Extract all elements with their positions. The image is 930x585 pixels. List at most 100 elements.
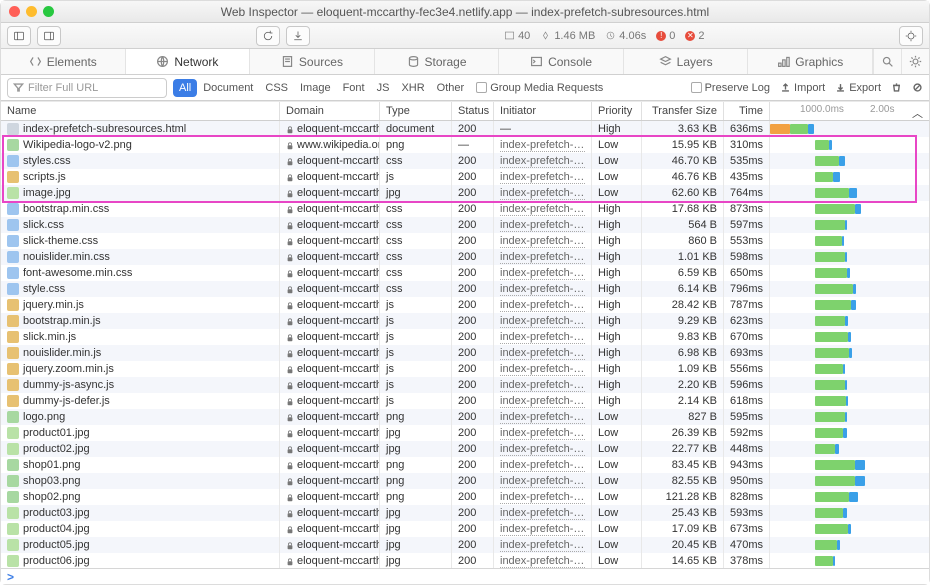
table-row[interactable]: product06.jpgeloquent-mccarthy…jpg200ind… [1, 553, 929, 569]
initiator-link[interactable]: index-prefetch-sub… [500, 187, 585, 200]
inspect-icon[interactable] [899, 26, 923, 46]
tab-layers[interactable]: Layers [624, 49, 749, 74]
tab-network[interactable]: Network [126, 49, 251, 74]
sidebar-left-icon[interactable] [7, 26, 31, 46]
initiator-link[interactable]: index-prefetch-sub… [500, 139, 585, 152]
table-row[interactable]: image.jpgeloquent-mccarthy…jpg200index-p… [1, 185, 929, 201]
tab-console[interactable]: Console [499, 49, 624, 74]
scope-image[interactable]: Image [294, 79, 337, 97]
download-icon[interactable] [286, 26, 310, 46]
scope-js[interactable]: JS [371, 79, 396, 97]
table-row[interactable]: jquery.zoom.min.jseloquent-mccarthy…js20… [1, 361, 929, 377]
scope-document[interactable]: Document [197, 79, 259, 97]
network-table[interactable]: index-prefetch-subresources.htmleloquent… [1, 121, 929, 570]
file-jpg-icon [7, 427, 19, 439]
search-icon[interactable] [873, 49, 901, 74]
initiator-link[interactable]: index-prefetch-sub… [500, 427, 585, 440]
initiator-link[interactable]: index-prefetch-sub… [500, 475, 585, 488]
table-row[interactable]: styles.csseloquent-mccarthy…css200index-… [1, 153, 929, 169]
initiator-link[interactable]: index-prefetch-sub… [500, 539, 585, 552]
initiator-link[interactable]: index-prefetch-sub… [500, 299, 585, 312]
table-row[interactable]: font-awesome.min.csseloquent-mccarthy…cs… [1, 265, 929, 281]
col-time[interactable]: Time [724, 102, 770, 120]
error-count-icon[interactable]: ✕ [685, 31, 695, 41]
initiator-link[interactable]: index-prefetch-sub… [500, 235, 585, 248]
table-row[interactable]: style.csseloquent-mccarthy…css200index-p… [1, 281, 929, 297]
gear-icon[interactable] [901, 49, 929, 74]
col-size[interactable]: Transfer Size [642, 102, 724, 120]
initiator-link[interactable]: index-prefetch-sub… [500, 171, 585, 184]
col-waterfall[interactable]: 1000.0ms 2.00s ︿ [770, 102, 929, 120]
sidebar-right-icon[interactable] [37, 26, 61, 46]
table-row[interactable]: jquery.min.jseloquent-mccarthy…js200inde… [1, 297, 929, 313]
initiator-link[interactable]: index-prefetch-sub… [500, 507, 585, 520]
scope-other[interactable]: Other [431, 79, 471, 97]
initiator-link[interactable]: index-prefetch-sub… [500, 363, 585, 376]
table-row[interactable]: shop02.pngeloquent-mccarthy…png200index-… [1, 489, 929, 505]
scope-xhr[interactable]: XHR [395, 79, 430, 97]
table-row[interactable]: dummy-js-defer.jseloquent-mccarthy…js200… [1, 393, 929, 409]
filter-input[interactable]: Filter Full URL [7, 78, 167, 98]
clear-icon[interactable] [912, 82, 923, 93]
initiator-link[interactable]: index-prefetch-sub… [500, 411, 585, 424]
initiator-link[interactable]: index-prefetch-sub… [500, 555, 585, 568]
preserve-log-checkbox[interactable]: Preserve Log [691, 82, 770, 94]
initiator-link[interactable]: index-prefetch-sub… [500, 331, 585, 344]
initiator-link[interactable]: index-prefetch-sub… [500, 395, 585, 408]
initiator-link[interactable]: index-prefetch-sub… [500, 155, 585, 168]
trash-icon[interactable] [891, 82, 902, 93]
tab-storage[interactable]: Storage [375, 49, 500, 74]
console-strip[interactable]: > [1, 568, 929, 584]
group-media-checkbox[interactable]: Group Media Requests [476, 82, 603, 94]
table-row[interactable]: slick.min.jseloquent-mccarthy…js200index… [1, 329, 929, 345]
initiator-link[interactable]: index-prefetch-sub… [500, 523, 585, 536]
tab-graphics[interactable]: Graphics [748, 49, 873, 74]
scope-css[interactable]: CSS [259, 79, 294, 97]
col-initiator[interactable]: Initiator [494, 102, 592, 120]
initiator-link[interactable]: index-prefetch-sub… [500, 379, 585, 392]
col-name[interactable]: Name [1, 102, 280, 120]
table-row[interactable]: logo.pngeloquent-mccarthy…png200index-pr… [1, 409, 929, 425]
scope-all[interactable]: All [173, 79, 197, 97]
initiator-link[interactable]: index-prefetch-sub… [500, 251, 585, 264]
chevron-up-icon[interactable]: ︿ [912, 105, 923, 120]
initiator-link[interactable]: index-prefetch-sub… [500, 459, 585, 472]
tab-sources[interactable]: Sources [250, 49, 375, 74]
table-row[interactable]: Wikipedia-logo-v2.pngwww.wikipedia.orgpn… [1, 137, 929, 153]
table-row[interactable]: slick.csseloquent-mccarthy…css200index-p… [1, 217, 929, 233]
col-status[interactable]: Status [452, 102, 494, 120]
waterfall-cell [770, 393, 929, 409]
table-row[interactable]: index-prefetch-subresources.htmleloquent… [1, 121, 929, 137]
table-row[interactable]: dummy-js-async.jseloquent-mccarthy…js200… [1, 377, 929, 393]
initiator-link[interactable]: index-prefetch-sub… [500, 315, 585, 328]
scope-font[interactable]: Font [337, 79, 371, 97]
table-row[interactable]: product03.jpgeloquent-mccarthy…jpg200ind… [1, 505, 929, 521]
table-row[interactable]: bootstrap.min.csseloquent-mccarthy…css20… [1, 201, 929, 217]
table-row[interactable]: nouislider.min.csseloquent-mccarthy…css2… [1, 249, 929, 265]
col-type[interactable]: Type [380, 102, 452, 120]
tab-elements[interactable]: Elements [1, 49, 126, 74]
initiator-link[interactable]: index-prefetch-sub… [500, 347, 585, 360]
table-row[interactable]: product04.jpgeloquent-mccarthy…jpg200ind… [1, 521, 929, 537]
col-priority[interactable]: Priority [592, 102, 642, 120]
initiator-link[interactable]: index-prefetch-sub… [500, 283, 585, 296]
initiator-link[interactable]: index-prefetch-sub… [500, 267, 585, 280]
reload-icon[interactable] [256, 26, 280, 46]
initiator-link[interactable]: index-prefetch-sub… [500, 219, 585, 232]
table-row[interactable]: product05.jpgeloquent-mccarthy…jpg200ind… [1, 537, 929, 553]
table-row[interactable]: product01.jpgeloquent-mccarthy…jpg200ind… [1, 425, 929, 441]
import-button[interactable]: Import [780, 82, 825, 94]
error-icon[interactable]: ! [656, 31, 666, 41]
table-row[interactable]: nouislider.min.jseloquent-mccarthy…js200… [1, 345, 929, 361]
table-row[interactable]: product02.jpgeloquent-mccarthy…jpg200ind… [1, 441, 929, 457]
table-row[interactable]: scripts.jseloquent-mccarthy…js200index-p… [1, 169, 929, 185]
table-row[interactable]: shop01.pngeloquent-mccarthy…png200index-… [1, 457, 929, 473]
initiator-link[interactable]: index-prefetch-sub… [500, 203, 585, 216]
table-row[interactable]: slick-theme.csseloquent-mccarthy…css200i… [1, 233, 929, 249]
col-domain[interactable]: Domain [280, 102, 380, 120]
table-row[interactable]: bootstrap.min.jseloquent-mccarthy…js200i… [1, 313, 929, 329]
table-row[interactable]: shop03.pngeloquent-mccarthy…png200index-… [1, 473, 929, 489]
initiator-link[interactable]: index-prefetch-sub… [500, 443, 585, 456]
export-button[interactable]: Export [835, 82, 881, 94]
initiator-link[interactable]: index-prefetch-sub… [500, 491, 585, 504]
